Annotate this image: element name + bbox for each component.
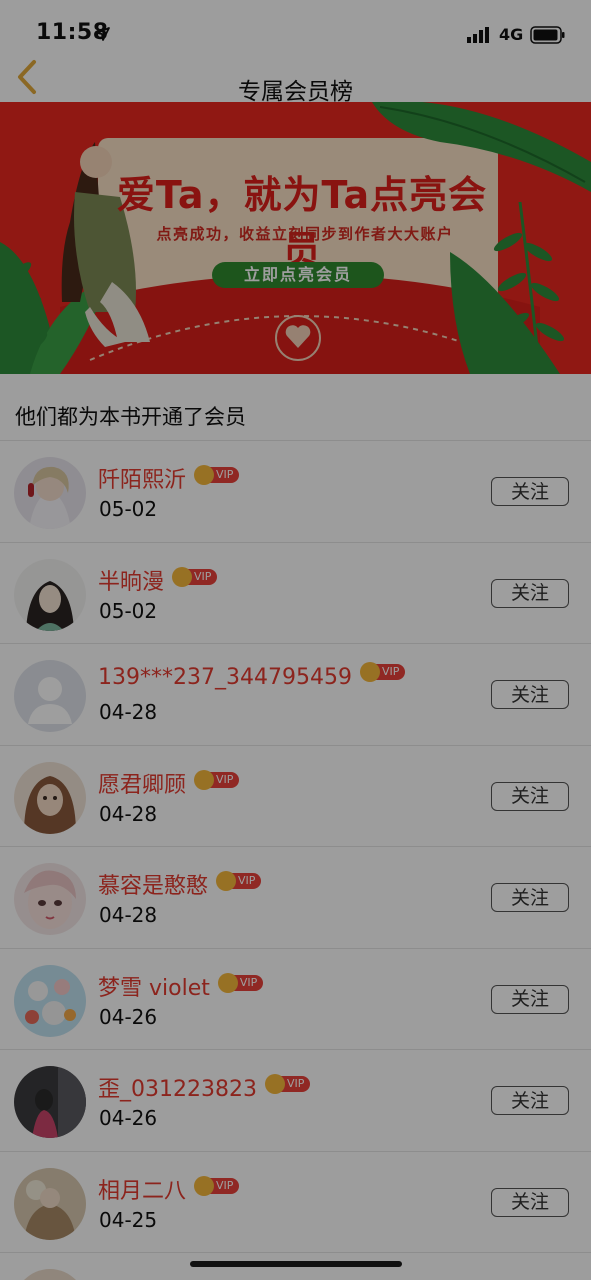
member-name: 慕容是憨憨 VIP <box>98 868 262 900</box>
member-date: 04-28 <box>99 903 158 927</box>
member-name: 阡陌熙沂 VIP <box>98 462 240 494</box>
member-name: 139***237_344795459 VIP <box>98 662 406 690</box>
follow-button[interactable]: 关注 <box>491 680 569 709</box>
list-item[interactable]: 相月二八 VIP 04-25 关注 <box>0 1152 591 1253</box>
member-date: 04-25 <box>99 1207 158 1232</box>
follow-button[interactable]: 关注 <box>491 984 569 1014</box>
vip-badge: VIP <box>172 566 218 587</box>
vip-badge: VIP <box>359 662 406 682</box>
nav-bar: 专属会员榜 <box>0 58 591 105</box>
vip-badge: VIP <box>194 465 240 485</box>
member-date: 05-02 <box>99 598 158 623</box>
member-name: 愿君卿顾 VIP <box>98 767 240 799</box>
follow-button[interactable]: 关注 <box>491 578 569 608</box>
avatar <box>14 1269 86 1280</box>
member-name: 相月二八 VIP <box>98 1173 240 1205</box>
vip-promo-banner[interactable]: 爱Ta，就为Ta点亮会员 点亮成功，收益立刻同步到作者大大账户 立即点亮会员 <box>0 102 591 374</box>
banner-headline: 爱Ta，就为Ta点亮会员 <box>116 173 488 272</box>
location-arrow-icon <box>96 26 110 45</box>
crown-icon <box>359 662 380 682</box>
network-type: 4G <box>499 25 524 44</box>
battery-icon <box>530 26 566 48</box>
follow-button[interactable]: 关注 <box>491 883 569 912</box>
avatar[interactable] <box>14 761 86 834</box>
vip-badge: VIP <box>194 769 240 790</box>
avatar[interactable] <box>14 1066 86 1138</box>
follow-button[interactable]: 关注 <box>491 781 569 811</box>
member-name-text: 慕容是憨憨 <box>98 874 209 899</box>
vip-badge: VIP <box>217 972 264 993</box>
member-name-text: 歪_031223823 <box>98 1077 257 1102</box>
crown-icon <box>194 769 215 790</box>
member-name-text: 阡陌熙沂 <box>98 468 187 493</box>
cellular-signal-icon <box>467 27 491 47</box>
home-indicator <box>190 1261 402 1267</box>
list-item[interactable]: 半晌漫 VIP 05-02 关注 <box>0 543 591 644</box>
crown-icon <box>217 972 238 993</box>
crown-icon <box>264 1074 285 1094</box>
member-date: 04-28 <box>99 801 158 826</box>
page-title: 专属会员榜 <box>238 79 353 105</box>
crown-icon <box>194 1175 215 1196</box>
crown-icon <box>216 871 237 891</box>
crown-icon <box>172 566 193 587</box>
follow-button[interactable]: 关注 <box>491 1187 569 1217</box>
crown-icon <box>194 465 215 485</box>
activate-vip-button[interactable]: 立即点亮会员 <box>212 262 384 288</box>
follow-button[interactable]: 关注 <box>491 477 569 506</box>
avatar[interactable] <box>14 863 86 935</box>
banner-subline: 点亮成功，收益立刻同步到作者大大账户 <box>156 225 454 243</box>
follow-button[interactable]: 关注 <box>491 1086 569 1115</box>
member-name-text: 139***237_344795459 <box>98 665 352 690</box>
vip-badge: VIP <box>264 1074 311 1094</box>
vip-badge: VIP <box>216 871 262 891</box>
avatar[interactable] <box>14 558 86 631</box>
list-item[interactable]: 歪_031223823 VIP 04-26 关注 <box>0 1050 591 1152</box>
member-name-text: 梦雪 violet <box>98 975 210 1001</box>
member-date: 05-02 <box>99 497 158 521</box>
member-name-text: 愿君卿顾 <box>98 772 187 798</box>
member-name: 半晌漫 VIP <box>98 564 218 596</box>
vip-badge: VIP <box>194 1175 240 1196</box>
member-date: 04-26 <box>99 1004 158 1029</box>
member-name: 歪_031223823 VIP <box>98 1071 311 1103</box>
member-date: 04-28 <box>99 700 158 724</box>
member-name: 梦雪 violet VIP <box>98 970 264 1002</box>
member-date: 04-26 <box>99 1106 158 1130</box>
list-item[interactable]: 139***237_344795459 VIP 04-28 关注 <box>0 644 591 746</box>
list-item[interactable]: 愿君卿顾 VIP 04-28 关注 <box>0 746 591 847</box>
member-name-text: 相月二八 <box>98 1178 187 1204</box>
avatar[interactable] <box>14 1167 86 1240</box>
list-item[interactable]: 梦雪 violet VIP 04-26 关注 <box>0 949 591 1050</box>
avatar[interactable] <box>14 457 86 529</box>
list-item[interactable]: 阡陌熙沂 VIP 05-02 关注 <box>0 441 591 543</box>
member-name-text: 半晌漫 <box>98 569 165 595</box>
avatar-placeholder-icon[interactable] <box>14 660 86 732</box>
list-item[interactable]: 慕容是憨憨 VIP 04-28 关注 <box>0 847 591 949</box>
section-title: 他们都为本书开通了会员 <box>15 405 246 429</box>
avatar[interactable] <box>14 964 86 1037</box>
member-list: 阡陌熙沂 VIP 05-02 关注 半晌漫 VIP 05-02 关注 139***2… <box>0 441 591 1280</box>
